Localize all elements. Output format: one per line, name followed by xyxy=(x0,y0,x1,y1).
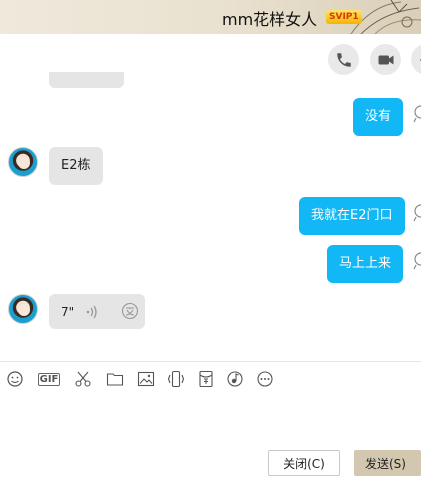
message-bubble-outgoing[interactable]: 没有 xyxy=(353,98,404,136)
more-icon xyxy=(257,371,273,387)
scissors-icon xyxy=(75,371,91,387)
music-button[interactable] xyxy=(225,370,245,388)
music-icon xyxy=(227,371,243,387)
voice-message-bubble[interactable]: 7" xyxy=(49,294,145,329)
gif-button[interactable]: GIF xyxy=(36,370,62,388)
red-packet-button[interactable] xyxy=(196,370,216,388)
phone-icon xyxy=(336,52,351,67)
voice-wave-icon xyxy=(86,305,97,319)
contact-avatar[interactable] xyxy=(8,147,38,177)
message-bubble-outgoing[interactable]: 我就在E2门口 xyxy=(299,197,405,235)
video-camera-icon xyxy=(378,55,393,64)
message-bubble-incoming[interactable]: E2栋 xyxy=(49,147,103,185)
voice-to-text-icon[interactable] xyxy=(121,302,139,320)
message-bubble-partial xyxy=(49,72,124,88)
message-bubble-outgoing[interactable]: 马上上来 xyxy=(327,245,404,283)
contact-name[interactable]: mm花样女人 xyxy=(222,6,317,30)
voice-duration: 7" xyxy=(61,305,75,319)
read-status-icon xyxy=(413,252,421,270)
emoji-button[interactable] xyxy=(6,370,24,388)
close-button[interactable]: 关闭(C) xyxy=(268,450,340,476)
more-icon xyxy=(419,57,421,62)
vip-badge: SVIP1 xyxy=(326,10,362,24)
chat-header: mm花样女人 SVIP1 xyxy=(0,0,421,34)
phone-shake-icon xyxy=(167,370,185,388)
input-divider xyxy=(0,361,421,362)
read-status-icon xyxy=(413,204,421,222)
emoji-icon xyxy=(7,371,23,387)
contact-avatar[interactable] xyxy=(8,294,38,324)
send-button[interactable]: 发送(S) xyxy=(354,450,421,476)
image-icon xyxy=(137,371,155,387)
more-input-button[interactable] xyxy=(255,370,275,388)
folder-icon xyxy=(106,373,124,386)
file-button[interactable] xyxy=(105,370,125,388)
video-call-button[interactable] xyxy=(370,44,401,75)
voice-call-button[interactable] xyxy=(328,44,359,75)
message-input[interactable] xyxy=(0,392,421,442)
screenshot-button[interactable] xyxy=(73,370,93,388)
chat-window: mm花样女人 SVIP1 没有 E2栋 我就在E2门口 马上上来 7" GIF xyxy=(0,0,421,485)
more-actions-button[interactable] xyxy=(411,44,421,75)
shake-button[interactable] xyxy=(166,370,186,388)
image-button[interactable] xyxy=(136,370,156,388)
read-status-icon xyxy=(413,105,421,123)
red-packet-icon xyxy=(199,370,213,388)
gif-icon: GIF xyxy=(37,372,61,386)
